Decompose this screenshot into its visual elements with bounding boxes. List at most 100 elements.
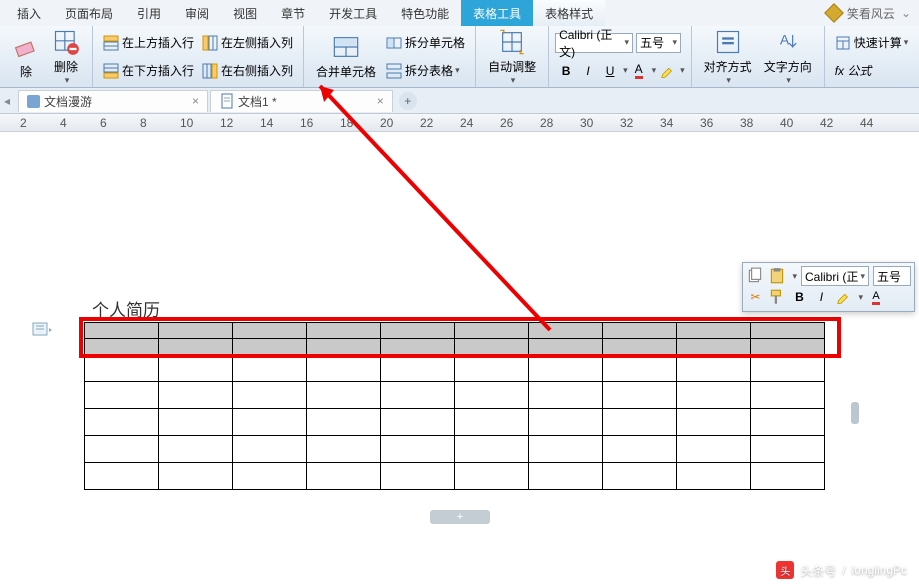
autofit-button[interactable]: 自动调整▾ [482,28,542,85]
size-select[interactable]: 五号▾ [636,33,681,53]
table-cell[interactable] [233,436,307,463]
table-cell[interactable] [751,409,825,436]
table-row[interactable] [85,463,825,490]
insert-col-left-button[interactable]: 在左侧插入列 [198,32,297,53]
table-cell[interactable] [381,436,455,463]
table-cell[interactable] [85,355,159,382]
add-row-button[interactable]: + [430,510,490,524]
insert-col-right-button[interactable]: 在右侧插入列 [198,60,297,81]
table-cell[interactable] [455,355,529,382]
table-cell[interactable] [677,409,751,436]
table-cell[interactable] [159,339,233,355]
table-cell[interactable] [307,339,381,355]
table-row[interactable] [85,436,825,463]
cut-icon[interactable]: ✂ [746,288,764,306]
table-cell[interactable] [751,339,825,355]
highlight-button[interactable] [656,60,678,82]
insert-row-above-button[interactable]: 在上方插入行 [99,32,198,53]
table-cell[interactable] [751,382,825,409]
tab-roam[interactable]: 文档漫游× [18,90,208,112]
table-cell[interactable] [381,323,455,339]
table-cell[interactable] [603,409,677,436]
new-tab-button[interactable]: + [399,92,417,110]
table-cell[interactable] [233,382,307,409]
split-table-button[interactable]: 拆分表格▾ [382,60,464,81]
menu-insert[interactable]: 插入 [5,0,53,26]
table-cell[interactable] [603,339,677,355]
table-cell[interactable] [455,409,529,436]
delete-button[interactable]: 删除▾ [46,28,86,85]
menu-layout[interactable]: 页面布局 [53,0,125,26]
table-cell[interactable] [529,409,603,436]
table-cell[interactable] [307,355,381,382]
menu-ref[interactable]: 引用 [125,0,173,26]
table-cell[interactable] [307,436,381,463]
table-cell[interactable] [85,323,159,339]
table-cell[interactable] [603,355,677,382]
table-cell[interactable] [455,463,529,490]
table-row[interactable] [85,339,825,355]
close-icon[interactable]: × [377,94,384,108]
table-cell[interactable] [751,323,825,339]
table-cell[interactable] [677,382,751,409]
menu-dev[interactable]: 开发工具 [317,0,389,26]
table-resize-handle[interactable] [851,402,859,424]
font-color-button[interactable]: A [628,60,650,82]
table-cell[interactable] [529,436,603,463]
menu-view[interactable]: 视图 [221,0,269,26]
menu-feature[interactable]: 特色功能 [389,0,461,26]
table-cell[interactable] [529,463,603,490]
chevron-down-icon[interactable]: ⌄ [901,6,911,20]
table-cell[interactable] [455,382,529,409]
tab-scroll-left[interactable]: ◂ [4,94,18,108]
table-cell[interactable] [85,382,159,409]
table-cell[interactable] [751,355,825,382]
tab-doc1[interactable]: 文档1 *× [210,90,393,112]
table-cell[interactable] [159,409,233,436]
paragraph-panel-icon[interactable] [32,322,52,338]
table-cell[interactable] [85,463,159,490]
ruler[interactable]: 2468101214161820222426283032343638404244 [0,114,919,132]
mini-font-select[interactable]: Calibri (正▾ [801,266,869,286]
table-cell[interactable] [381,355,455,382]
table-cell[interactable] [159,436,233,463]
menu-chapter[interactable]: 章节 [269,0,317,26]
align-button[interactable]: 对齐方式▾ [698,28,758,85]
mini-highlight-button[interactable] [834,288,852,306]
table-cell[interactable] [233,323,307,339]
table-cell[interactable] [85,436,159,463]
table-cell[interactable] [307,382,381,409]
mini-fontcolor-button[interactable]: A [867,288,885,306]
copy-icon[interactable] [746,267,764,285]
clear-button[interactable]: 除 [6,28,46,85]
table-cell[interactable] [381,409,455,436]
table-cell[interactable] [455,436,529,463]
table-cell[interactable] [751,463,825,490]
underline-button[interactable]: U [599,60,621,82]
table-cell[interactable] [677,436,751,463]
text-direction-button[interactable]: A文字方向▾ [758,28,818,85]
table-cell[interactable] [85,409,159,436]
quick-calc-button[interactable]: 快速计算▾ [831,32,913,53]
table-row[interactable] [85,382,825,409]
close-icon[interactable]: × [192,94,199,108]
table-cell[interactable] [381,382,455,409]
table-cell[interactable] [529,355,603,382]
mini-size-select[interactable]: 五号 [873,266,911,286]
menu-table-style[interactable]: 表格样式 [533,0,605,26]
table-row[interactable] [85,355,825,382]
table-row[interactable] [85,409,825,436]
table-cell[interactable] [159,463,233,490]
table-cell[interactable] [455,323,529,339]
table-cell[interactable] [529,339,603,355]
table-cell[interactable] [455,339,529,355]
table-cell[interactable] [381,339,455,355]
mini-italic-button[interactable]: I [812,288,830,306]
table-cell[interactable] [603,463,677,490]
table-cell[interactable] [529,382,603,409]
split-cell-button[interactable]: 拆分单元格 [382,32,469,53]
table-cell[interactable] [159,382,233,409]
format-painter-icon[interactable] [768,288,786,306]
paste-icon[interactable] [768,267,786,285]
formula-button[interactable]: fx 公式 [831,60,876,81]
